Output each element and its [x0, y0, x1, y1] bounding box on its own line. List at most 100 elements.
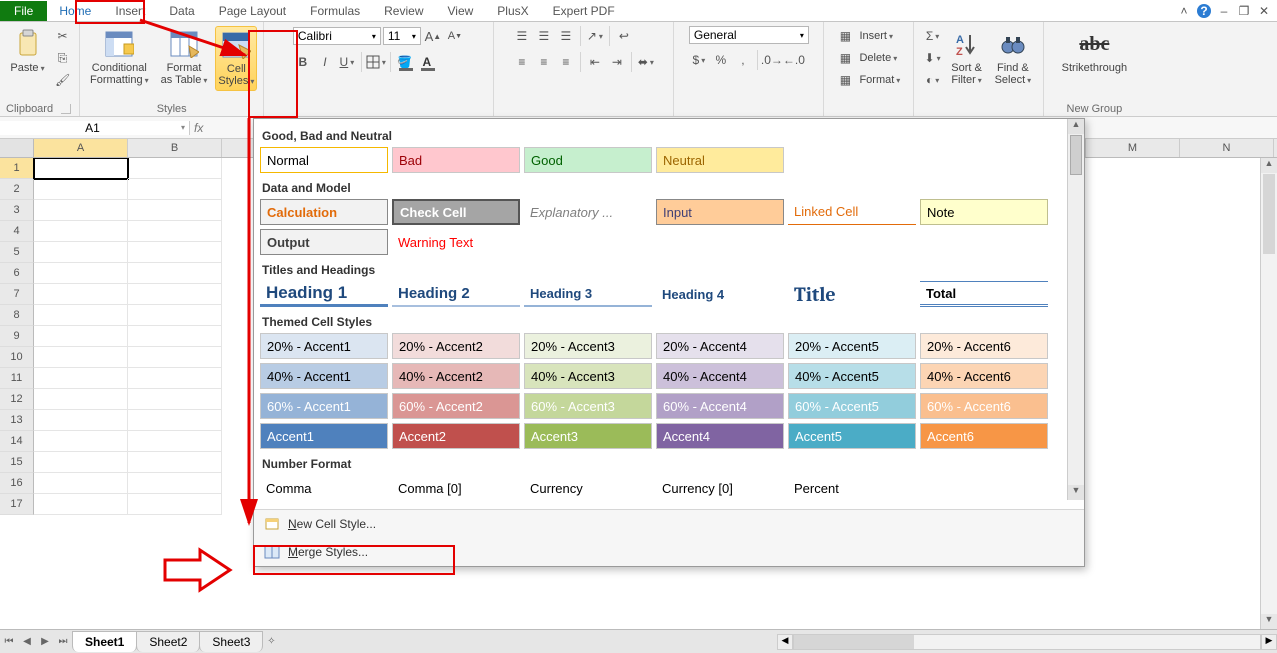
- style-calculation[interactable]: Calculation: [260, 199, 388, 225]
- hscroll-right-icon[interactable]: ▶: [1261, 634, 1277, 650]
- style-bad[interactable]: Bad: [392, 147, 520, 173]
- scroll-down-icon[interactable]: ▼: [1261, 614, 1277, 629]
- gallery-scroll-thumb[interactable]: [1070, 135, 1082, 175]
- vertical-scrollbar[interactable]: ▲ ▼: [1260, 158, 1277, 629]
- col-header-n[interactable]: N: [1180, 139, 1274, 157]
- sort-filter-button[interactable]: AZ Sort & Filter: [947, 26, 987, 89]
- style-40-accent2[interactable]: 40% - Accent2: [392, 363, 520, 389]
- window-restore-icon[interactable]: ❐: [1237, 4, 1251, 18]
- horizontal-scrollbar[interactable]: ◀ ▶: [777, 633, 1277, 651]
- cell[interactable]: [128, 179, 222, 200]
- comma-format-icon[interactable]: ,: [733, 50, 753, 70]
- cell[interactable]: [34, 326, 128, 347]
- fx-icon[interactable]: fx: [194, 121, 203, 135]
- new-sheet-icon[interactable]: ✧: [262, 636, 280, 647]
- cell[interactable]: [128, 200, 222, 221]
- row-header-8[interactable]: 8: [0, 305, 34, 326]
- align-middle-icon[interactable]: ☰: [534, 26, 554, 46]
- style-20-accent6[interactable]: 20% - Accent6: [920, 333, 1048, 359]
- style-40-accent6[interactable]: 40% - Accent6: [920, 363, 1048, 389]
- borders-icon[interactable]: [366, 52, 386, 72]
- style-input[interactable]: Input: [656, 199, 784, 225]
- style-60-accent4[interactable]: 60% - Accent4: [656, 393, 784, 419]
- style-40-accent5[interactable]: 40% - Accent5: [788, 363, 916, 389]
- style-percent[interactable]: Percent: [788, 475, 916, 501]
- style-20-accent2[interactable]: 20% - Accent2: [392, 333, 520, 359]
- style-60-accent6[interactable]: 60% - Accent6: [920, 393, 1048, 419]
- cell[interactable]: [128, 305, 222, 326]
- underline-icon[interactable]: U: [337, 52, 357, 72]
- style-60-accent1[interactable]: 60% - Accent1: [260, 393, 388, 419]
- style-comma0[interactable]: Comma [0]: [392, 475, 520, 501]
- style-accent1[interactable]: Accent1: [260, 423, 388, 449]
- cell[interactable]: [128, 473, 222, 494]
- row-header-2[interactable]: 2: [0, 179, 34, 200]
- row-header-12[interactable]: 12: [0, 389, 34, 410]
- row-header-7[interactable]: 7: [0, 284, 34, 305]
- style-60-accent2[interactable]: 60% - Accent2: [392, 393, 520, 419]
- align-left-icon[interactable]: ≡: [512, 52, 532, 72]
- style-explanatory[interactable]: Explanatory ...: [524, 199, 652, 225]
- delete-cells-icon[interactable]: ▦: [835, 48, 855, 68]
- row-header-11[interactable]: 11: [0, 368, 34, 389]
- cell[interactable]: [34, 431, 128, 452]
- cell[interactable]: [34, 494, 128, 515]
- cell[interactable]: [128, 431, 222, 452]
- sheet-nav-last-icon[interactable]: ⏭: [54, 636, 72, 647]
- tab-view[interactable]: View: [436, 1, 486, 21]
- style-output[interactable]: Output: [260, 229, 388, 255]
- style-40-accent3[interactable]: 40% - Accent3: [524, 363, 652, 389]
- tab-home[interactable]: Home: [47, 1, 103, 21]
- cell[interactable]: [34, 263, 128, 284]
- vscroll-thumb[interactable]: [1263, 174, 1275, 254]
- tab-expertpdf[interactable]: Expert PDF: [541, 1, 627, 21]
- insert-cells-label[interactable]: Insert: [857, 30, 895, 42]
- col-header-a[interactable]: A: [34, 139, 128, 157]
- row-header-15[interactable]: 15: [0, 452, 34, 473]
- clear-icon[interactable]: ◐: [923, 70, 943, 90]
- style-linked-cell[interactable]: Linked Cell: [788, 199, 916, 225]
- row-header-3[interactable]: 3: [0, 200, 34, 221]
- percent-format-icon[interactable]: %: [711, 50, 731, 70]
- shrink-font-icon[interactable]: A▼: [445, 26, 465, 46]
- cell[interactable]: [128, 368, 222, 389]
- tab-insert[interactable]: Insert: [103, 1, 157, 21]
- autosum-icon[interactable]: Σ: [923, 26, 943, 46]
- style-check-cell[interactable]: Check Cell: [392, 199, 520, 225]
- cell[interactable]: [34, 473, 128, 494]
- tab-file[interactable]: File: [0, 1, 47, 21]
- fill-color-icon[interactable]: 🪣: [395, 52, 415, 72]
- strikethrough-button[interactable]: abc Strikethrough: [1058, 26, 1131, 76]
- cell[interactable]: [128, 389, 222, 410]
- cell[interactable]: [128, 158, 222, 179]
- cell[interactable]: [128, 221, 222, 242]
- row-header-4[interactable]: 4: [0, 221, 34, 242]
- style-accent4[interactable]: Accent4: [656, 423, 784, 449]
- merge-styles-item[interactable]: MMerge Styles...erge Styles...: [254, 538, 1084, 566]
- style-total[interactable]: Total: [920, 281, 1048, 307]
- tab-review[interactable]: Review: [372, 1, 435, 21]
- font-name-combo[interactable]: Calibri▾: [293, 27, 381, 45]
- style-currency[interactable]: Currency: [524, 475, 652, 501]
- row-header-10[interactable]: 10: [0, 347, 34, 368]
- cell[interactable]: [128, 347, 222, 368]
- style-accent2[interactable]: Accent2: [392, 423, 520, 449]
- conditional-formatting-button[interactable]: Conditional Formatting: [86, 26, 153, 89]
- cell[interactable]: [128, 263, 222, 284]
- name-box[interactable]: ▾: [0, 121, 190, 135]
- style-heading1[interactable]: Heading 1: [260, 281, 388, 307]
- style-comma[interactable]: Comma: [260, 475, 388, 501]
- row-header-13[interactable]: 13: [0, 410, 34, 431]
- wrap-text-icon[interactable]: ↩: [614, 26, 634, 46]
- hscroll-left-icon[interactable]: ◀: [777, 634, 793, 650]
- row-header-1[interactable]: 1: [0, 158, 34, 179]
- clipboard-launcher-icon[interactable]: [61, 104, 71, 114]
- style-20-accent1[interactable]: 20% - Accent1: [260, 333, 388, 359]
- cell[interactable]: [34, 158, 128, 179]
- window-minimize-icon[interactable]: –: [1217, 4, 1231, 18]
- row-header-9[interactable]: 9: [0, 326, 34, 347]
- row-header-5[interactable]: 5: [0, 242, 34, 263]
- sheet-nav-prev-icon[interactable]: ◀: [18, 636, 36, 647]
- cut-icon[interactable]: ✂: [53, 26, 73, 46]
- align-top-icon[interactable]: ☰: [512, 26, 532, 46]
